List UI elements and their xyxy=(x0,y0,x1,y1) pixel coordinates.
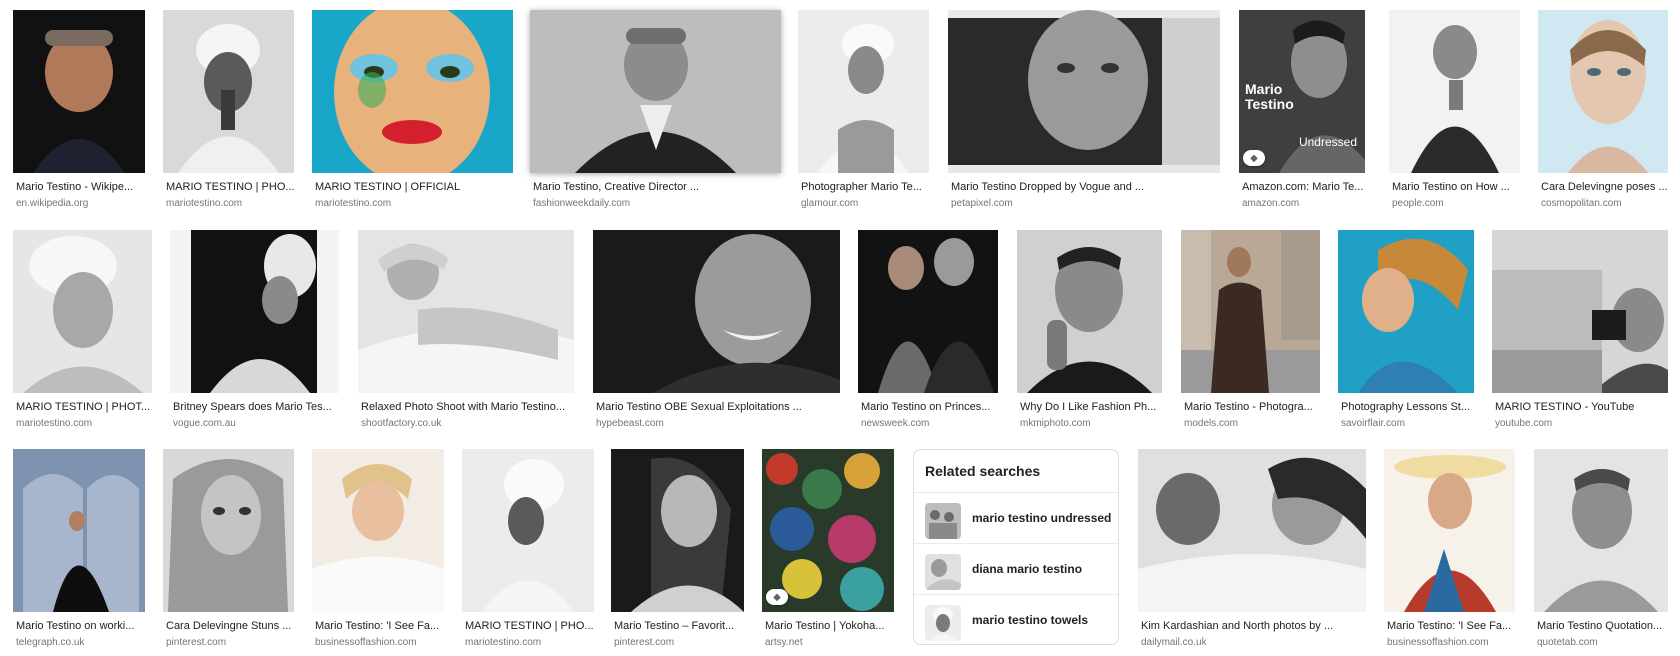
related-search-item[interactable]: mario testino towels xyxy=(914,594,1118,645)
result-title[interactable]: Mario Testino - Wikipe... xyxy=(16,181,146,193)
result-title[interactable]: MARIO TESTINO | OFFICIAL xyxy=(315,181,514,193)
mother-child-photo-thumbnail[interactable] xyxy=(1138,449,1366,612)
photographer-photo-thumbnail[interactable] xyxy=(1492,230,1668,393)
portrait-photo-thumbnail[interactable] xyxy=(530,10,781,173)
towel-portrait-photo-thumbnail[interactable] xyxy=(13,230,152,393)
result-title[interactable]: Why Do I Like Fashion Ph... xyxy=(1020,401,1163,413)
portrait-photo-thumbnail[interactable] xyxy=(1017,230,1162,393)
group-photo-thumb-icon xyxy=(925,503,961,539)
close-up-portrait-photo-thumbnail[interactable] xyxy=(593,230,840,393)
couple-photo-thumbnail[interactable] xyxy=(858,230,998,393)
palace-photo-thumbnail[interactable] xyxy=(13,449,145,612)
result-source[interactable]: people.com xyxy=(1392,198,1521,209)
result-title[interactable]: Relaxed Photo Shoot with Mario Testino..… xyxy=(361,401,575,413)
close-up-portrait-photo-thumbnail[interactable] xyxy=(948,10,1220,173)
related-search-label[interactable]: mario testino towels xyxy=(972,613,1088,627)
towel-portrait-photo-thumbnail[interactable] xyxy=(798,10,929,173)
result-source[interactable]: mariotestino.com xyxy=(315,198,514,209)
result-source[interactable]: amazon.com xyxy=(1242,198,1366,209)
result-title[interactable]: Mario Testino, Creative Director ... xyxy=(533,181,782,193)
related-search-label[interactable]: mario testino undressed xyxy=(972,511,1111,525)
result-title[interactable]: Kim Kardashian and North photos by ... xyxy=(1141,620,1367,632)
result-title[interactable]: MARIO TESTINO | PHO... xyxy=(465,620,595,632)
result-source[interactable]: businessoffashion.com xyxy=(1387,637,1516,648)
result-source[interactable]: mariotestino.com xyxy=(465,637,595,648)
result-source[interactable]: petapixel.com xyxy=(951,198,1221,209)
result-title[interactable]: Mario Testino: 'I See Fa... xyxy=(315,620,445,632)
portrait-photo-thumbnail[interactable] xyxy=(163,449,294,612)
colorful-portrait-photo-thumbnail[interactable] xyxy=(1384,449,1515,612)
result-title[interactable]: MARIO TESTINO | PHO... xyxy=(166,181,295,193)
image-row-1: Mario Testino - Wikipe... en.wikipedia.o… xyxy=(0,10,1680,210)
result-title[interactable]: MARIO TESTINO - YouTube xyxy=(1495,401,1669,413)
result-title[interactable]: Mario Testino Quotation... xyxy=(1537,620,1669,632)
reclining-portrait-photo-thumbnail[interactable] xyxy=(312,449,444,612)
result-source[interactable]: glamour.com xyxy=(801,198,930,209)
result-source[interactable]: telegraph.co.uk xyxy=(16,637,146,648)
result-title[interactable]: Mario Testino - Photogra... xyxy=(1184,401,1321,413)
towel-portrait-photo-thumbnail[interactable] xyxy=(163,10,294,173)
result-title[interactable]: Mario Testino: 'I See Fa... xyxy=(1387,620,1516,632)
result-title[interactable]: Mario Testino | Yokoha... xyxy=(765,620,895,632)
book-cover-title: Mario Testino xyxy=(1245,81,1294,112)
result-source[interactable]: models.com xyxy=(1184,418,1321,429)
result-title[interactable]: Mario Testino – Favorit... xyxy=(614,620,745,632)
result-source[interactable]: vogue.com.au xyxy=(173,418,340,429)
portrait-thumb-icon xyxy=(925,554,961,590)
colorful-face-photo-thumbnail[interactable] xyxy=(312,10,513,173)
result-source[interactable]: businessoffashion.com xyxy=(315,637,445,648)
result-title[interactable]: Mario Testino on worki... xyxy=(16,620,146,632)
towel-portrait-photo-thumbnail[interactable] xyxy=(170,230,339,393)
result-title[interactable]: Mario Testino OBE Sexual Exploitations .… xyxy=(596,401,841,413)
colorful-portrait-photo-thumbnail[interactable] xyxy=(1338,230,1474,393)
tag-icon[interactable]: ◆ xyxy=(766,589,788,605)
image-row-3: Mario Testino on worki... telegraph.co.u… xyxy=(0,449,1680,649)
result-source[interactable]: savoirflair.com xyxy=(1341,418,1475,429)
portrait-photo-thumbnail[interactable] xyxy=(13,10,145,173)
result-source[interactable]: mariotestino.com xyxy=(166,198,295,209)
result-source[interactable]: shootfactory.co.uk xyxy=(361,418,575,429)
portrait-photo-thumbnail[interactable] xyxy=(1534,449,1668,612)
result-source[interactable]: artsy.net xyxy=(765,637,895,648)
result-source[interactable]: hypebeast.com xyxy=(596,418,841,429)
result-title[interactable]: Cara Delevingne Stuns ... xyxy=(166,620,295,632)
result-source[interactable]: pinterest.com xyxy=(614,637,745,648)
result-source[interactable]: youtube.com xyxy=(1495,418,1669,429)
related-searches-panel: Related searches mario testino undressed… xyxy=(913,449,1119,645)
related-search-item[interactable]: mario testino undressed xyxy=(914,492,1118,543)
towel-portrait-photo-thumbnail[interactable] xyxy=(462,449,594,612)
portrait-photo-thumbnail[interactable] xyxy=(1538,10,1668,173)
book-cover-subtitle: Undressed xyxy=(1298,135,1357,149)
tag-icon[interactable]: ◆ xyxy=(1243,150,1265,166)
result-title[interactable]: Amazon.com: Mario Te... xyxy=(1242,181,1366,193)
result-source[interactable]: en.wikipedia.org xyxy=(16,198,146,209)
result-title[interactable]: MARIO TESTINO | PHOT... xyxy=(16,401,153,413)
result-title[interactable]: Britney Spears does Mario Tes... xyxy=(173,401,340,413)
result-source[interactable]: dailymail.co.uk xyxy=(1141,637,1367,648)
towel-portrait-thumb-icon xyxy=(925,605,961,641)
result-source[interactable]: pinterest.com xyxy=(166,637,295,648)
result-title[interactable]: Mario Testino Dropped by Vogue and ... xyxy=(951,181,1221,193)
result-source[interactable]: quotetab.com xyxy=(1537,637,1669,648)
result-title[interactable]: Photography Lessons St... xyxy=(1341,401,1475,413)
portrait-photo-thumbnail[interactable] xyxy=(611,449,744,612)
result-title[interactable]: Photographer Mario Te... xyxy=(801,181,930,193)
street-photo-thumbnail[interactable] xyxy=(1181,230,1320,393)
portrait-photo-thumbnail[interactable] xyxy=(1389,10,1520,173)
result-source[interactable]: fashionweekdaily.com xyxy=(533,198,782,209)
image-row-2: MARIO TESTINO | PHOT... mariotestino.com… xyxy=(0,230,1680,430)
patterned-art-photo-thumbnail[interactable]: ◆ xyxy=(762,449,894,612)
result-source[interactable]: mariotestino.com xyxy=(16,418,153,429)
related-search-item[interactable]: diana mario testino xyxy=(914,543,1118,594)
result-title[interactable]: Mario Testino on Princes... xyxy=(861,401,999,413)
result-source[interactable]: cosmopolitan.com xyxy=(1541,198,1669,209)
book-cover-photo-thumbnail[interactable]: Mario Testino Undressed ◆ xyxy=(1239,10,1365,173)
reclining-portrait-photo-thumbnail[interactable] xyxy=(358,230,574,393)
related-searches-heading: Related searches xyxy=(925,463,1041,479)
result-title[interactable]: Cara Delevingne poses ... xyxy=(1541,181,1669,193)
related-search-label[interactable]: diana mario testino xyxy=(972,562,1082,576)
result-source[interactable]: mkmiphoto.com xyxy=(1020,418,1163,429)
result-title[interactable]: Mario Testino on How ... xyxy=(1392,181,1521,193)
result-source[interactable]: newsweek.com xyxy=(861,418,999,429)
